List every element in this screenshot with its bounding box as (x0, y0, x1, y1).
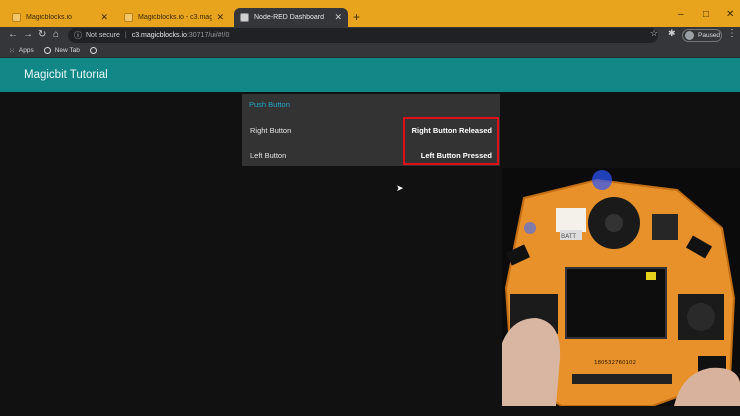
bookmark-label: Apps (18, 47, 34, 54)
forward-icon[interactable]: → (23, 28, 33, 42)
profile-label: Paused (698, 32, 721, 39)
bookmarks-bar: ⁙ Apps New Tab (0, 44, 740, 58)
info-icon[interactable]: ⓘ (74, 30, 82, 41)
address-host: c3.magicblocks.io (131, 32, 187, 39)
right-button-label: Right Button (250, 126, 292, 135)
avatar (685, 31, 694, 40)
home-icon[interactable]: ⌂ (53, 28, 59, 42)
bookmark-globe[interactable] (89, 47, 101, 54)
menu-kebab-icon[interactable]: ⋮ (727, 28, 737, 39)
board-serial-label: 180532760102 (594, 360, 636, 366)
tab-title: Magicblocks.io - c3.magicblocks.io (138, 14, 213, 21)
globe-icon (43, 47, 51, 54)
close-window-icon[interactable]: ✕ (726, 9, 734, 20)
apps-grid-icon: ⁙ (9, 47, 15, 55)
tab-node-red-dashboard[interactable]: Node-RED Dashboard ✕ (234, 8, 348, 27)
bookmark-star-icon[interactable]: ☆ (650, 28, 658, 39)
card-title: Push Button (249, 100, 290, 109)
close-tab-icon[interactable]: ✕ (216, 12, 224, 23)
back-icon[interactable]: ← (8, 28, 18, 42)
browser-tab-strip: Magicblocks.io ✕ Magicblocks.io - c3.mag… (0, 0, 740, 27)
page-title: Magicbit Tutorial (24, 69, 108, 81)
extensions-icon[interactable]: ✱ (668, 28, 676, 39)
maximize-icon[interactable]: □ (703, 9, 709, 20)
tab-magicblocks[interactable]: Magicblocks.io ✕ (6, 8, 114, 27)
magicblocks-favicon-icon (124, 13, 133, 22)
address-separator: | (124, 32, 127, 39)
magicblocks-favicon-icon (12, 13, 21, 22)
bookmark-apps[interactable]: ⁙ Apps (9, 47, 34, 55)
new-tab-button[interactable]: + (353, 10, 360, 24)
mouse-cursor-icon: ➤ (396, 183, 404, 193)
address-bar[interactable]: ⓘ Not secure | c3.magicblocks.io :30717/… (68, 28, 658, 43)
close-tab-icon[interactable]: ✕ (334, 12, 342, 23)
tab-magicblocks-c3[interactable]: Magicblocks.io - c3.magicblocks.io ✕ (118, 8, 230, 27)
magicbit-board-photo: BATT 180532760102 (502, 168, 740, 406)
dashboard-header: Magicbit Tutorial (0, 58, 740, 92)
profile-button[interactable]: Paused (682, 29, 722, 42)
address-path: :30717/ui/#!/0 (186, 32, 230, 39)
left-button-label: Left Button (250, 151, 287, 160)
close-tab-icon[interactable]: ✕ (100, 12, 108, 23)
security-status: Not secure (86, 32, 120, 39)
video-inset: BATT 180532760102 (502, 168, 740, 406)
node-red-favicon-icon (240, 13, 249, 22)
tab-title: Magicblocks.io (26, 14, 72, 21)
tab-title: Node-RED Dashboard (254, 14, 325, 21)
board-label-batt: BATT (561, 233, 576, 240)
minimize-icon[interactable]: – (678, 9, 684, 20)
bookmark-label: New Tab (54, 47, 80, 54)
status-highlight-box (403, 117, 499, 165)
reload-icon[interactable]: ↻ (38, 28, 46, 42)
bookmark-new-tab[interactable]: New Tab (43, 47, 80, 54)
browser-toolbar: ← → ↻ ⌂ ⓘ Not secure | c3.magicblocks.io… (0, 27, 740, 44)
globe-icon (89, 47, 97, 54)
